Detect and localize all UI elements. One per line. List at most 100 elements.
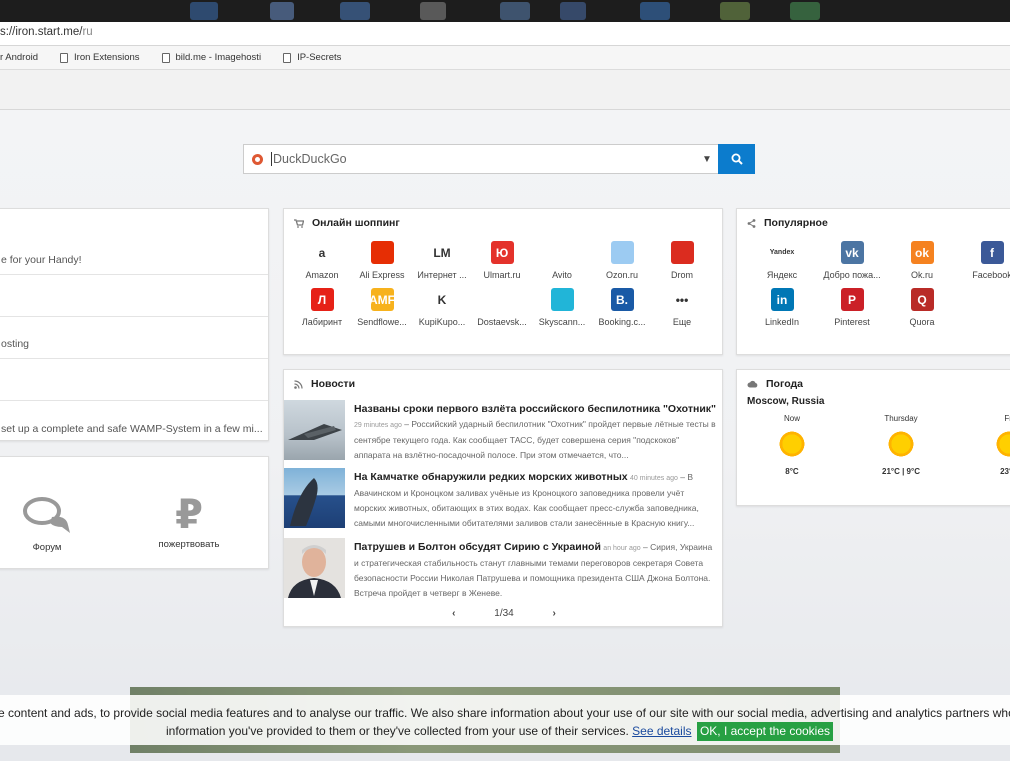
forum-link[interactable]: Форум [0,495,97,553]
shop-label: Booking.c... [598,317,646,327]
shop-label: Интернет ... [417,270,467,280]
popular-tile[interactable]: ok Ok.ru [887,241,957,280]
list-item[interactable]: e for your Handy! [0,209,268,275]
popular-logo-icon: Q [910,288,934,311]
popular-label: Яндекс [766,270,798,280]
shopping-widget: Онлайн шоппинг a Amazon Ali Express LM Интер… [283,208,723,355]
news-pager: ‹ 1/34 › [284,608,722,619]
shop-tile[interactable]: Ozon.ru [592,241,652,280]
shop-label: Drom [671,270,693,280]
shop-label: Sendflowe... [357,317,407,327]
news-widget: Новости Названы сроки первого взлёта рос… [283,369,723,627]
popular-widget: Популярное Yandex Яндекс vk Добро пожа... ok… [736,208,1010,355]
list-item[interactable]: set up a complete and safe WAMP-System i… [0,401,268,440]
donate-link[interactable]: ₽ пожертвовать [139,495,239,550]
url-text[interactable]: s://iron.start.me/ru [0,26,93,38]
bookmark-item[interactable]: IP-Secrets [283,52,341,63]
shop-label: Ulmart.ru [483,270,521,280]
shop-tile[interactable]: Skyscann... [532,288,592,327]
search-button[interactable] [718,144,755,174]
shop-label: Amazon [305,270,339,280]
chat-bubbles-icon [23,497,70,533]
shop-label: Ozon.ru [605,270,638,280]
bookmark-item[interactable]: bild.me - Imagehosti [161,52,261,63]
shop-logo-icon: B. [610,288,634,311]
page-toolbar [0,70,1010,110]
shop-logo-icon: K [430,288,454,311]
popular-label: LinkedIn [764,317,800,327]
shop-tile[interactable]: B. Booking.c... [592,288,652,327]
shop-tile[interactable]: K KupiKupo... [412,288,472,327]
shop-label: Skyscann... [538,317,586,327]
weather-city: Moscow, Russia [747,396,825,407]
news-item[interactable]: Патрушев и Болтон обсудят Сирию с Украин… [284,538,722,604]
shop-label: Dostaevsk... [477,317,527,327]
popular-label: Ok.ru [910,270,933,280]
shop-tile[interactable]: Ali Express [352,241,412,280]
weather-day: Thursday 21°C | 9°C [882,414,920,476]
shop-logo-icon: AMF [369,288,395,311]
popular-logo-icon: in [770,288,794,311]
sun-icon [994,429,1010,459]
page-icon [60,52,69,63]
popular-label: Pinterest [834,317,870,327]
popular-tile[interactable]: f Facebook [957,241,1010,280]
sun-icon [777,429,807,459]
forum-label: Форум [32,542,62,553]
shop-tile[interactable]: AMF Sendflowe... [352,288,412,327]
shop-logo-icon: Л [310,288,334,311]
widget-title: Онлайн шоппинг [284,209,722,229]
news-item[interactable]: Названы сроки первого взлёта российского… [284,400,722,466]
shop-tile[interactable]: a Amazon [292,241,352,280]
shop-tile[interactable]: Avito [532,241,592,280]
cookie-bar: e content and ads, to provide social med… [0,695,1010,745]
popular-tile[interactable]: Q Quora [887,288,957,327]
accept-cookies-button[interactable]: OK, I accept the cookies [697,722,833,741]
chevron-right-icon[interactable]: › [553,608,556,619]
search-input[interactable]: DuckDuckGo ▼ [243,144,718,174]
page-icon [283,52,292,63]
shop-logo-icon [550,288,574,311]
page-icon [161,52,170,63]
popular-tile[interactable]: Yandex Яндекс [747,241,817,280]
popular-logo-icon: vk [840,241,864,264]
ruble-icon: ₽ [175,493,203,537]
shop-tile[interactable]: Л Лабиринт [292,288,352,327]
list-item[interactable] [0,359,268,401]
popular-tile[interactable]: in LinkedIn [747,288,817,327]
shop-logo-icon: LM [430,241,454,264]
popular-label: Facebook [972,270,1010,280]
widget-title: Погода [737,370,1010,390]
page-indicator: 1/34 [494,608,514,619]
duckduckgo-icon [252,153,263,165]
shop-tile[interactable]: Ю Ulmart.ru [472,241,532,280]
chevron-left-icon[interactable]: ‹ [452,608,455,619]
popular-tile[interactable]: vk Добро пожа... [817,241,887,280]
widget-title: Популярное [737,209,1010,229]
bookmark-item[interactable]: Iron Extensions [60,52,140,63]
cloud-icon [747,380,758,388]
shop-logo-icon: ••• [670,288,694,311]
shop-tile[interactable]: Drom [652,241,712,280]
shop-label: Ali Express [359,270,405,280]
see-details-link[interactable]: See details [632,724,691,738]
shop-logo-icon [670,241,694,264]
news-item[interactable]: На Камчатке обнаружили редких морских жи… [284,468,722,534]
address-bar[interactable]: s://iron.start.me/ru [0,22,1010,46]
shop-tile[interactable]: Dostaevsk... [472,288,532,327]
popular-logo-icon: P [840,288,864,311]
shop-label: Еще [672,317,692,327]
list-item[interactable]: osting [0,317,268,359]
news-thumbnail-portrait [284,538,345,598]
shop-label: Avito [552,270,572,280]
popular-label: Quora [909,317,935,327]
popular-tile[interactable]: P Pinterest [817,288,887,327]
shop-tile[interactable]: ••• Еще [652,288,712,327]
shop-logo-icon [490,288,514,311]
bookmark-item[interactable]: r Android [0,52,38,63]
chevron-down-icon[interactable]: ▼ [696,154,718,165]
shop-tile[interactable]: LM Интернет ... [412,241,472,280]
donate-label: пожертвовать [158,539,220,550]
list-item[interactable] [0,275,268,317]
rss-icon [294,379,303,389]
